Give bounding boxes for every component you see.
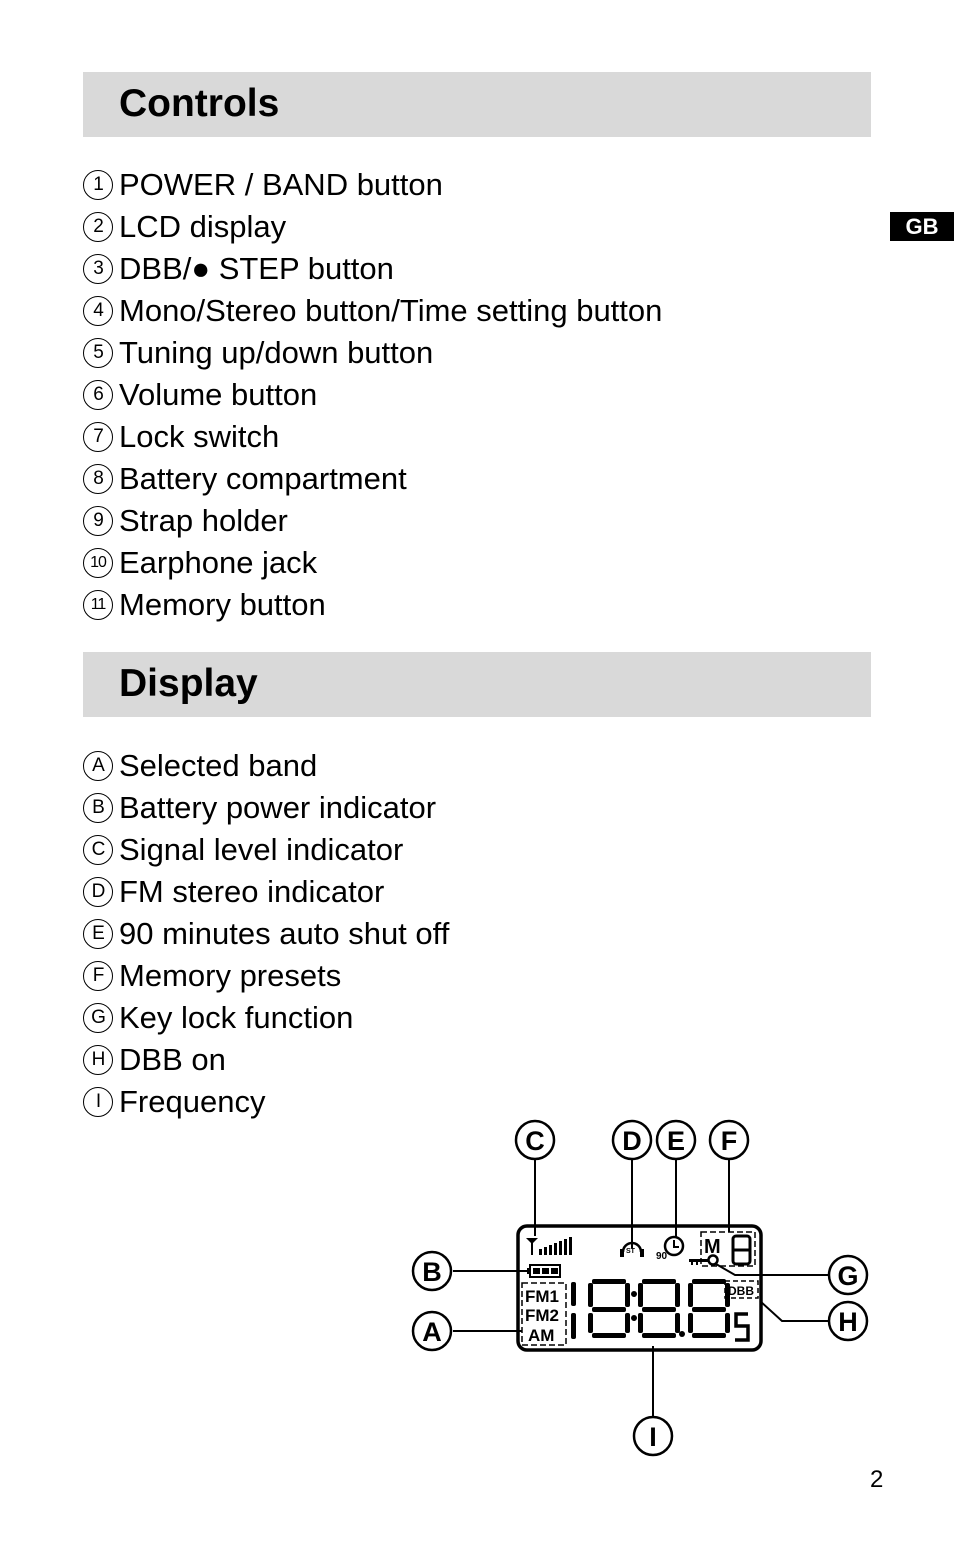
lcd-dot xyxy=(679,1331,685,1337)
lcd-segment xyxy=(592,1333,626,1338)
callout-h: H xyxy=(827,1300,869,1342)
lcd-segment xyxy=(592,1279,626,1284)
lcd-segment xyxy=(638,1313,643,1333)
callout-letter: A xyxy=(422,1317,442,1347)
callout-e: E xyxy=(655,1119,697,1161)
lcd-segment xyxy=(688,1313,693,1333)
callout-b: B xyxy=(411,1250,453,1292)
lcd-segment xyxy=(592,1307,626,1312)
lcd-segment xyxy=(642,1307,676,1312)
lcd-dot xyxy=(631,1291,637,1297)
lcd-dot xyxy=(631,1315,637,1321)
callout-i: I xyxy=(632,1415,674,1457)
callout-d: D xyxy=(611,1119,653,1161)
lcd-segment xyxy=(692,1279,726,1284)
lcd-segment xyxy=(625,1283,630,1307)
lcd-segment xyxy=(571,1313,576,1339)
lcd-segment xyxy=(588,1283,593,1307)
svg-text:90: 90 xyxy=(656,1251,668,1262)
lcd-segment xyxy=(638,1283,643,1307)
lcd-segment xyxy=(725,1313,730,1333)
callout-letter: F xyxy=(721,1126,738,1156)
lcd-segment xyxy=(692,1307,726,1312)
band-fm1-label: FM1 xyxy=(525,1287,559,1306)
page-number: 2 xyxy=(870,1466,884,1493)
callout-letter: D xyxy=(622,1126,642,1156)
callout-a: A xyxy=(411,1310,453,1352)
lcd-segment xyxy=(675,1313,680,1333)
callout-letter: I xyxy=(649,1422,657,1452)
lcd-segment xyxy=(588,1313,593,1333)
lcd-segment xyxy=(625,1313,630,1333)
callout-g: G xyxy=(827,1254,869,1296)
lcd-segment xyxy=(688,1283,693,1307)
callout-c: C xyxy=(514,1119,556,1161)
band-fm2-label: FM2 xyxy=(525,1306,559,1325)
band-am-label: AM xyxy=(528,1326,554,1345)
lcd-segment xyxy=(692,1333,726,1338)
callout-letter: G xyxy=(837,1261,858,1291)
callout-letter: C xyxy=(525,1126,545,1156)
callout-f: F xyxy=(708,1119,750,1161)
svg-text:ST: ST xyxy=(626,1248,636,1255)
lcd-segment xyxy=(571,1282,576,1306)
lcd-diagram: FM1 FM2 AM ST 90 M DBB ABC D E FGHI xyxy=(411,1119,869,1457)
lcd-segment xyxy=(642,1333,676,1338)
callout-letter: E xyxy=(667,1126,685,1156)
lcd-segment xyxy=(675,1283,680,1307)
callout-letter: B xyxy=(422,1257,442,1287)
lcd-segment xyxy=(725,1283,730,1307)
callout-letter: H xyxy=(838,1307,858,1337)
lcd-segment xyxy=(642,1279,676,1284)
svg-text:DBB: DBB xyxy=(728,1284,754,1298)
